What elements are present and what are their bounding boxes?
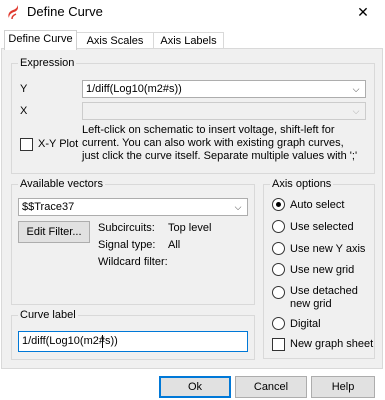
help-line: current. You can also work with existing… — [82, 137, 344, 149]
y-label: Y — [20, 83, 28, 95]
ok-button[interactable]: Ok — [159, 376, 231, 398]
chevron-down-icon[interactable]: ⌵ — [350, 103, 362, 119]
tab-axis-scales-label: Axis Scales — [86, 35, 144, 47]
axis-options-legend: Axis options — [270, 177, 334, 191]
expression-legend: Expression — [18, 56, 77, 70]
digital-label[interactable]: Digital — [290, 317, 321, 331]
close-button[interactable]: ✕ — [341, 0, 385, 24]
cancel-label: Cancel — [253, 381, 289, 393]
cancel-button[interactable]: Cancel — [235, 376, 307, 398]
signal-type-value: All — [168, 239, 181, 251]
available-vectors-legend: Available vectors — [18, 177, 105, 191]
window-title: Define Curve — [27, 4, 103, 19]
radio-digital[interactable] — [272, 317, 285, 330]
curve-label-input[interactable]: 1/diff(Log10(m2#s)) — [18, 331, 248, 352]
ok-label: Ok — [187, 381, 203, 393]
expression-help-text: Left-click on schematic to insert voltag… — [82, 124, 367, 163]
tab-bar: Define Curve Axis Scales Axis Labels — [0, 30, 385, 50]
y-expression-value: 1/diff(Log10(m2#s)) — [86, 83, 182, 95]
chevron-down-icon[interactable]: ⌵ — [232, 199, 244, 215]
use-new-grid-label[interactable]: Use new grid — [290, 263, 354, 277]
vector-select-value: $$Trace37 — [22, 201, 75, 213]
tab-axis-scales[interactable]: Axis Scales — [76, 32, 154, 49]
close-icon: ✕ — [357, 4, 369, 20]
radio-auto-select[interactable] — [272, 198, 285, 211]
help-line: Left-click on schematic to insert voltag… — [82, 124, 335, 136]
wildcard-filter-label: Wildcard filter: — [98, 256, 168, 268]
auto-select-label[interactable]: Auto select — [290, 198, 344, 212]
xy-plot-checkbox[interactable] — [20, 138, 33, 151]
tab-define-curve-label: Define Curve — [8, 33, 73, 45]
edit-filter-button[interactable]: Edit Filter... — [18, 221, 90, 243]
tab-define-curve[interactable]: Define Curve — [4, 30, 77, 50]
x-label: X — [20, 105, 28, 117]
title-bar: Define Curve ✕ — [0, 0, 385, 24]
text-caret — [102, 335, 103, 348]
xy-plot-label[interactable]: X-Y Plot — [38, 137, 78, 151]
new-graph-sheet-checkbox[interactable] — [272, 338, 285, 351]
y-expression-input[interactable]: 1/diff(Log10(m2#s)) ⌵ — [82, 80, 366, 98]
help-button[interactable]: Help — [311, 376, 375, 398]
app-logo-icon — [8, 5, 18, 20]
chevron-down-icon[interactable]: ⌵ — [350, 81, 362, 97]
new-graph-sheet-label[interactable]: New graph sheet — [290, 337, 373, 351]
tab-axis-labels-label: Axis Labels — [160, 35, 217, 47]
radio-use-new-grid[interactable] — [272, 263, 285, 276]
radio-use-detached-new-grid[interactable] — [272, 286, 285, 299]
tab-panel: Expression Y 1/diff(Log10(m2#s)) ⌵ X ⌵ X… — [1, 48, 383, 369]
use-new-y-axis-label[interactable]: Use new Y axis — [290, 242, 365, 256]
vector-select[interactable]: $$Trace37 ⌵ — [18, 198, 248, 216]
signal-type-label: Signal type: — [98, 239, 156, 251]
x-expression-input[interactable]: ⌵ — [82, 102, 366, 120]
use-detached-label-line1[interactable]: Use detached — [290, 284, 358, 298]
subcircuits-label: Subcircuits: — [98, 222, 155, 234]
curve-label-legend: Curve label — [18, 308, 78, 322]
tab-axis-labels[interactable]: Axis Labels — [153, 32, 224, 49]
subcircuits-value: Top level — [168, 222, 212, 234]
help-label: Help — [331, 381, 355, 393]
radio-use-selected[interactable] — [272, 220, 285, 233]
use-detached-label-line2[interactable]: new grid — [290, 297, 332, 311]
radio-use-new-y-axis[interactable] — [272, 242, 285, 255]
help-line: just click the curve itself. Separate mu… — [82, 150, 358, 162]
edit-filter-label: Edit Filter... — [26, 226, 82, 238]
curve-label-value: 1/diff(Log10(m2#s)) — [22, 335, 118, 347]
use-selected-label[interactable]: Use selected — [290, 220, 354, 234]
